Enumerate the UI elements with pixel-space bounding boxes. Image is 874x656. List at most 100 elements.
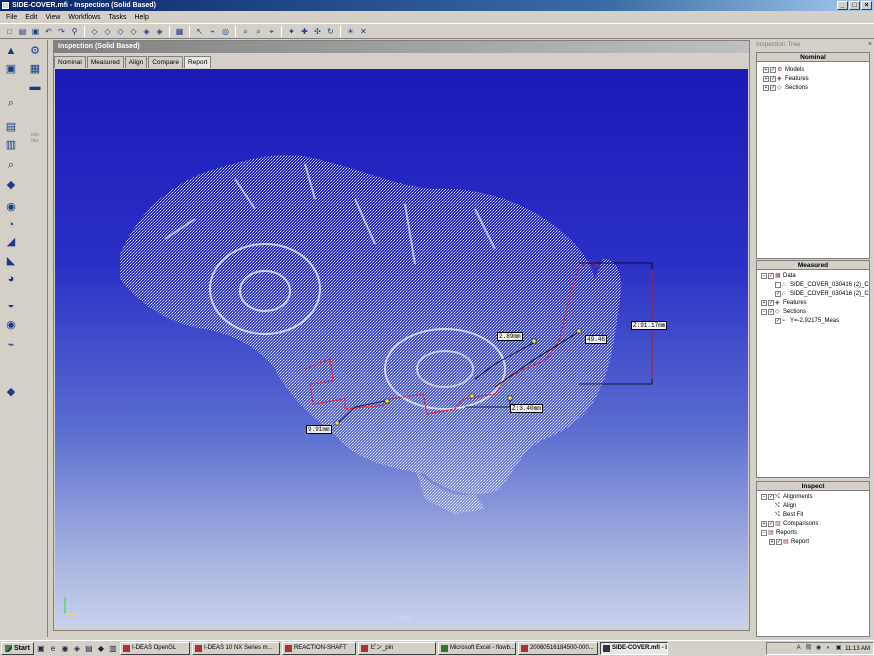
- taskbar-button-side-cover[interactable]: SIDE-COVER.mfi - In...: [599, 642, 668, 655]
- tree-item-alignments[interactable]: − ✓ ⤭ Alignments: [761, 493, 813, 501]
- tool-icon-3[interactable]: ▣: [4, 62, 18, 76]
- start-button[interactable]: Start: [1, 642, 34, 655]
- 3d-viewport[interactable]: Z:91.17mm 2.89mm 49.46 Z:3.40mm 9.91mm O…: [55, 69, 748, 627]
- measurement-label-z-height[interactable]: Z:91.17mm: [631, 321, 668, 330]
- menu-view[interactable]: View: [45, 14, 60, 21]
- tool-icon-1[interactable]: ▲: [4, 44, 18, 58]
- menu-edit[interactable]: Edit: [25, 14, 37, 21]
- taskbar-button-pin[interactable]: ピン_pin: [357, 642, 436, 655]
- tool-icon-19[interactable]: ◆: [4, 385, 18, 399]
- save-icon[interactable]: ▣: [30, 26, 41, 37]
- tree-item-best-fit[interactable]: ⤭ Best Fit: [775, 511, 803, 519]
- expand-icon[interactable]: +: [763, 76, 769, 82]
- tab-compare[interactable]: Compare: [148, 56, 183, 68]
- tree-item-report[interactable]: + ✓ ▤ Report: [769, 538, 809, 546]
- language-bar-icon[interactable]: A: [795, 645, 802, 652]
- close-view-icon[interactable]: ✕: [358, 26, 369, 37]
- checkbox[interactable]: ✓: [770, 76, 776, 82]
- lasso-icon[interactable]: ⌁: [207, 26, 218, 37]
- checkbox[interactable]: [775, 282, 781, 288]
- checkbox[interactable]: ✓: [776, 539, 782, 545]
- tree-item-measured-features[interactable]: + ✓ ◈ Features: [761, 299, 807, 307]
- collapse-icon[interactable]: −: [761, 530, 767, 536]
- measurement-label-z-offset[interactable]: Z:3.40mm: [510, 404, 543, 413]
- zoom-window-icon[interactable]: ⌕: [253, 26, 264, 37]
- pointer-icon[interactable]: ↖: [194, 26, 205, 37]
- tab-report[interactable]: Report: [183, 56, 212, 68]
- zoom-fit-icon[interactable]: ⌖: [266, 26, 277, 37]
- minimize-button[interactable]: _: [837, 1, 848, 10]
- tool-icon-12[interactable]: ◔: [4, 218, 18, 232]
- close-button[interactable]: ×: [861, 1, 872, 10]
- tree-item-data[interactable]: − ✓ ▦ Data: [761, 272, 796, 280]
- tree-item-point-cloud-1[interactable]: ∴ SIDE_COVER_030416 (2)_C: [775, 281, 869, 289]
- close-panel-icon[interactable]: ×: [868, 41, 872, 48]
- tray-app-icon[interactable]: ▣: [835, 645, 842, 652]
- checkbox[interactable]: ✓: [775, 318, 781, 324]
- box-icon[interactable]: ◇: [89, 26, 100, 37]
- checkbox[interactable]: ✓: [775, 291, 781, 297]
- tree-item-point-cloud-2[interactable]: ✓ ∴ SIDE_COVER_030416 (2)_C: [775, 290, 869, 298]
- window-title-bar[interactable]: SIDE-COVER.mfi - Inspection (Solid Based…: [0, 0, 874, 11]
- tool-icon-17[interactable]: ◉: [4, 318, 18, 332]
- tool-icon-18[interactable]: ⌁: [4, 338, 18, 352]
- tree-item-reports[interactable]: − ▤ Reports: [761, 529, 797, 537]
- checkbox[interactable]: ✓: [768, 300, 774, 306]
- tree-item-section-measurement[interactable]: ✓ ⌁ Y=-2.92175_Meas: [775, 317, 839, 325]
- collapse-icon[interactable]: −: [761, 309, 767, 315]
- taskbar-button-reaction-shaft[interactable]: REACTION-SHAFT: [281, 642, 356, 655]
- expand-icon[interactable]: +: [761, 521, 767, 527]
- tray-app-icon[interactable]: ◉: [815, 645, 822, 652]
- tool-icon-4[interactable]: ▦: [28, 62, 42, 76]
- quicklaunch-app-icon[interactable]: ◆: [96, 644, 106, 654]
- tab-measured[interactable]: Measured: [86, 56, 124, 68]
- quicklaunch-app-icon[interactable]: ▤: [84, 644, 94, 654]
- tool-icon-9[interactable]: ▬: [28, 80, 42, 94]
- checkbox[interactable]: ✓: [768, 521, 774, 527]
- tree-item-features[interactable]: + ✓ ◈ Features: [763, 75, 809, 83]
- sphere-icon[interactable]: ◎: [220, 26, 231, 37]
- ime-icon[interactable]: 般: [805, 645, 812, 652]
- maximize-button[interactable]: □: [849, 1, 860, 10]
- pan-icon[interactable]: ✣: [312, 26, 323, 37]
- redo-icon[interactable]: ↷: [56, 26, 67, 37]
- checkbox[interactable]: ✓: [770, 67, 776, 73]
- rotate-free-icon[interactable]: ↻: [325, 26, 336, 37]
- measurement-label-distance[interactable]: 2.89mm: [497, 332, 523, 341]
- collapse-icon[interactable]: −: [761, 494, 767, 500]
- rotate-icon[interactable]: ✦: [286, 26, 297, 37]
- tool-icon-16[interactable]: ◒: [4, 298, 18, 312]
- tree-item-measured-sections[interactable]: − ✓ ◇ Sections: [761, 308, 806, 316]
- tool-icon-2[interactable]: ⚙: [28, 44, 42, 58]
- expand-icon[interactable]: +: [763, 85, 769, 91]
- tool-icon-10[interactable]: ◆: [4, 178, 18, 192]
- box-icon[interactable]: ◇: [102, 26, 113, 37]
- new-icon[interactable]: □: [4, 26, 15, 37]
- quicklaunch-app-icon[interactable]: ▥: [108, 644, 118, 654]
- wizard-icon[interactable]: ⚲: [69, 26, 80, 37]
- expand-icon[interactable]: +: [769, 539, 775, 545]
- tab-align[interactable]: Align: [124, 56, 148, 68]
- tab-nominal[interactable]: Nominal: [54, 56, 86, 68]
- quicklaunch-app-icon[interactable]: ◈: [72, 644, 82, 654]
- taskbar-button-excel[interactable]: Microsoft Excel - flowb...: [437, 642, 516, 655]
- tool-icon-13[interactable]: ◢: [4, 235, 18, 249]
- tool-icon-6[interactable]: ▤: [4, 120, 18, 134]
- zoom-icon[interactable]: ⌕: [240, 26, 251, 37]
- tool-icon-15[interactable]: ◕: [4, 272, 18, 286]
- expand-icon[interactable]: +: [763, 67, 769, 73]
- menu-workflows[interactable]: Workflows: [68, 14, 100, 21]
- tool-icon-14[interactable]: ◣: [4, 254, 18, 268]
- fit-icon[interactable]: ✚: [299, 26, 310, 37]
- box-icon[interactable]: ◈: [154, 26, 165, 37]
- tree-item-comparisons[interactable]: + ✓ ▥ Comparisons: [761, 520, 818, 528]
- collapse-icon[interactable]: −: [761, 273, 767, 279]
- quicklaunch-ie-icon[interactable]: e: [48, 644, 58, 654]
- measurement-label-gap[interactable]: 9.91mm: [306, 425, 332, 434]
- checkbox[interactable]: ✓: [768, 309, 774, 315]
- open-icon[interactable]: ▤: [17, 26, 28, 37]
- tool-icon-11[interactable]: ◉: [4, 200, 18, 214]
- checkbox[interactable]: ✓: [768, 494, 774, 500]
- grid-icon[interactable]: ▦: [174, 26, 185, 37]
- undo-icon[interactable]: ↶: [43, 26, 54, 37]
